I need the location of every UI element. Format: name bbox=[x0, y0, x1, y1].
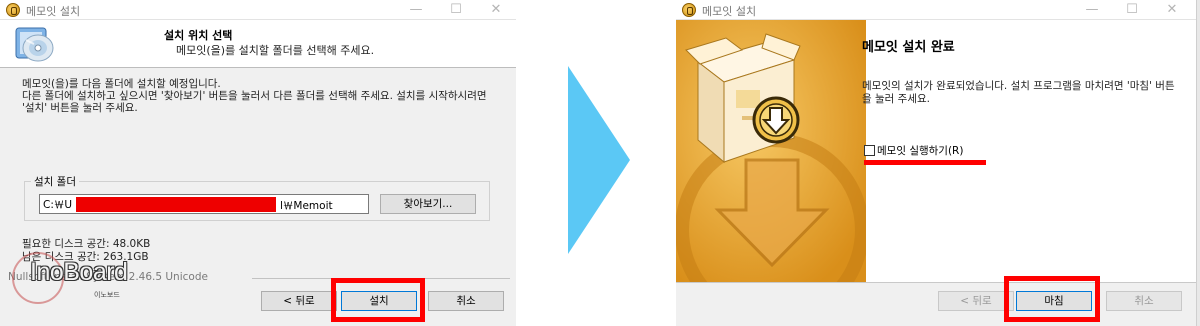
install-folder-label: 설치 폴더 bbox=[31, 174, 79, 189]
minimize-button[interactable]: — bbox=[396, 1, 436, 19]
run-memoit-label: 메모잇 실행하기(R) bbox=[877, 145, 964, 157]
installer-window-complete: 메모잇 설치 — ☐ ✕ 메모잇 설치 완료 메모잇의 설치가 완료되었습니다.… bbox=[676, 0, 1196, 326]
minimize-button[interactable]: — bbox=[1072, 1, 1112, 19]
finish-button-highlight bbox=[1004, 276, 1100, 322]
title-bar[interactable]: 메모잇 설치 — ☐ ✕ bbox=[676, 0, 1196, 20]
cancel-button[interactable]: 취소 bbox=[1106, 291, 1182, 311]
page-subtitle: 메모잇(을)를 설치할 폴더를 선택해 주세요. bbox=[176, 44, 375, 57]
close-button[interactable]: ✕ bbox=[1152, 1, 1192, 19]
watermark-brand: InoBoard bbox=[30, 258, 128, 286]
maximize-button[interactable]: ☐ bbox=[1112, 1, 1152, 19]
inoboard-watermark-logo: InoBoard 이노보드 bbox=[8, 248, 138, 308]
next-step-arrow-icon bbox=[568, 66, 630, 254]
box-download-illustration bbox=[676, 20, 866, 282]
close-button[interactable]: ✕ bbox=[476, 1, 516, 19]
checkbox-square-icon[interactable] bbox=[864, 145, 875, 156]
app-icon bbox=[6, 3, 20, 17]
back-button[interactable]: < 뒤로 bbox=[938, 291, 1014, 311]
redaction-bar bbox=[76, 197, 276, 212]
install-path-suffix: l￦Memoit bbox=[280, 200, 333, 212]
install-disc-icon bbox=[15, 27, 54, 62]
cancel-button[interactable]: 취소 bbox=[428, 291, 504, 311]
installer-side-banner bbox=[676, 20, 866, 282]
completion-heading: 메모잇 설치 완료 bbox=[862, 40, 955, 55]
install-folder-group: 설치 폴더 C:￦U l￦Memoit 찾아보기... bbox=[24, 174, 490, 221]
install-button-highlight bbox=[331, 278, 425, 322]
run-checkbox-underline-highlight bbox=[864, 160, 986, 165]
back-button[interactable]: < 뒤로 bbox=[261, 291, 337, 311]
background-window-edge bbox=[1196, 0, 1200, 326]
app-icon bbox=[682, 3, 696, 17]
title-bar[interactable]: 메모잇 설치 — ☐ ✕ bbox=[0, 0, 516, 20]
install-path-field[interactable]: C:￦U l￦Memoit bbox=[39, 194, 369, 214]
install-path-prefix: C:￦U bbox=[43, 199, 73, 211]
maximize-button[interactable]: ☐ bbox=[436, 1, 476, 19]
page-header: 설치 위치 선택 메모잇(을)를 설치할 폴더를 선택해 주세요. bbox=[0, 20, 516, 68]
page-title: 설치 위치 선택 bbox=[164, 29, 233, 42]
install-description: 메모잇(을)를 다음 폴더에 설치할 예정입니다. 다른 폴더에 설치하고 싶으… bbox=[22, 78, 487, 114]
installer-window-install-location: 메모잇 설치 — ☐ ✕ 설치 위치 선택 메모잇(을)를 설치할 폴더를 선택… bbox=[0, 0, 516, 326]
footer-separator bbox=[676, 282, 1196, 283]
run-memoit-checkbox[interactable]: 메모잇 실행하기(R) bbox=[864, 143, 963, 158]
browse-button[interactable]: 찾아보기... bbox=[380, 194, 476, 214]
watermark-subtext: 이노보드 bbox=[94, 291, 120, 299]
window-title: 메모잇 설치 bbox=[702, 5, 757, 18]
window-title: 메모잇 설치 bbox=[26, 5, 81, 18]
completion-description: 메모잇의 설치가 완료되었습니다. 설치 프로그램을 마치려면 '마침' 버튼을… bbox=[862, 80, 1175, 105]
